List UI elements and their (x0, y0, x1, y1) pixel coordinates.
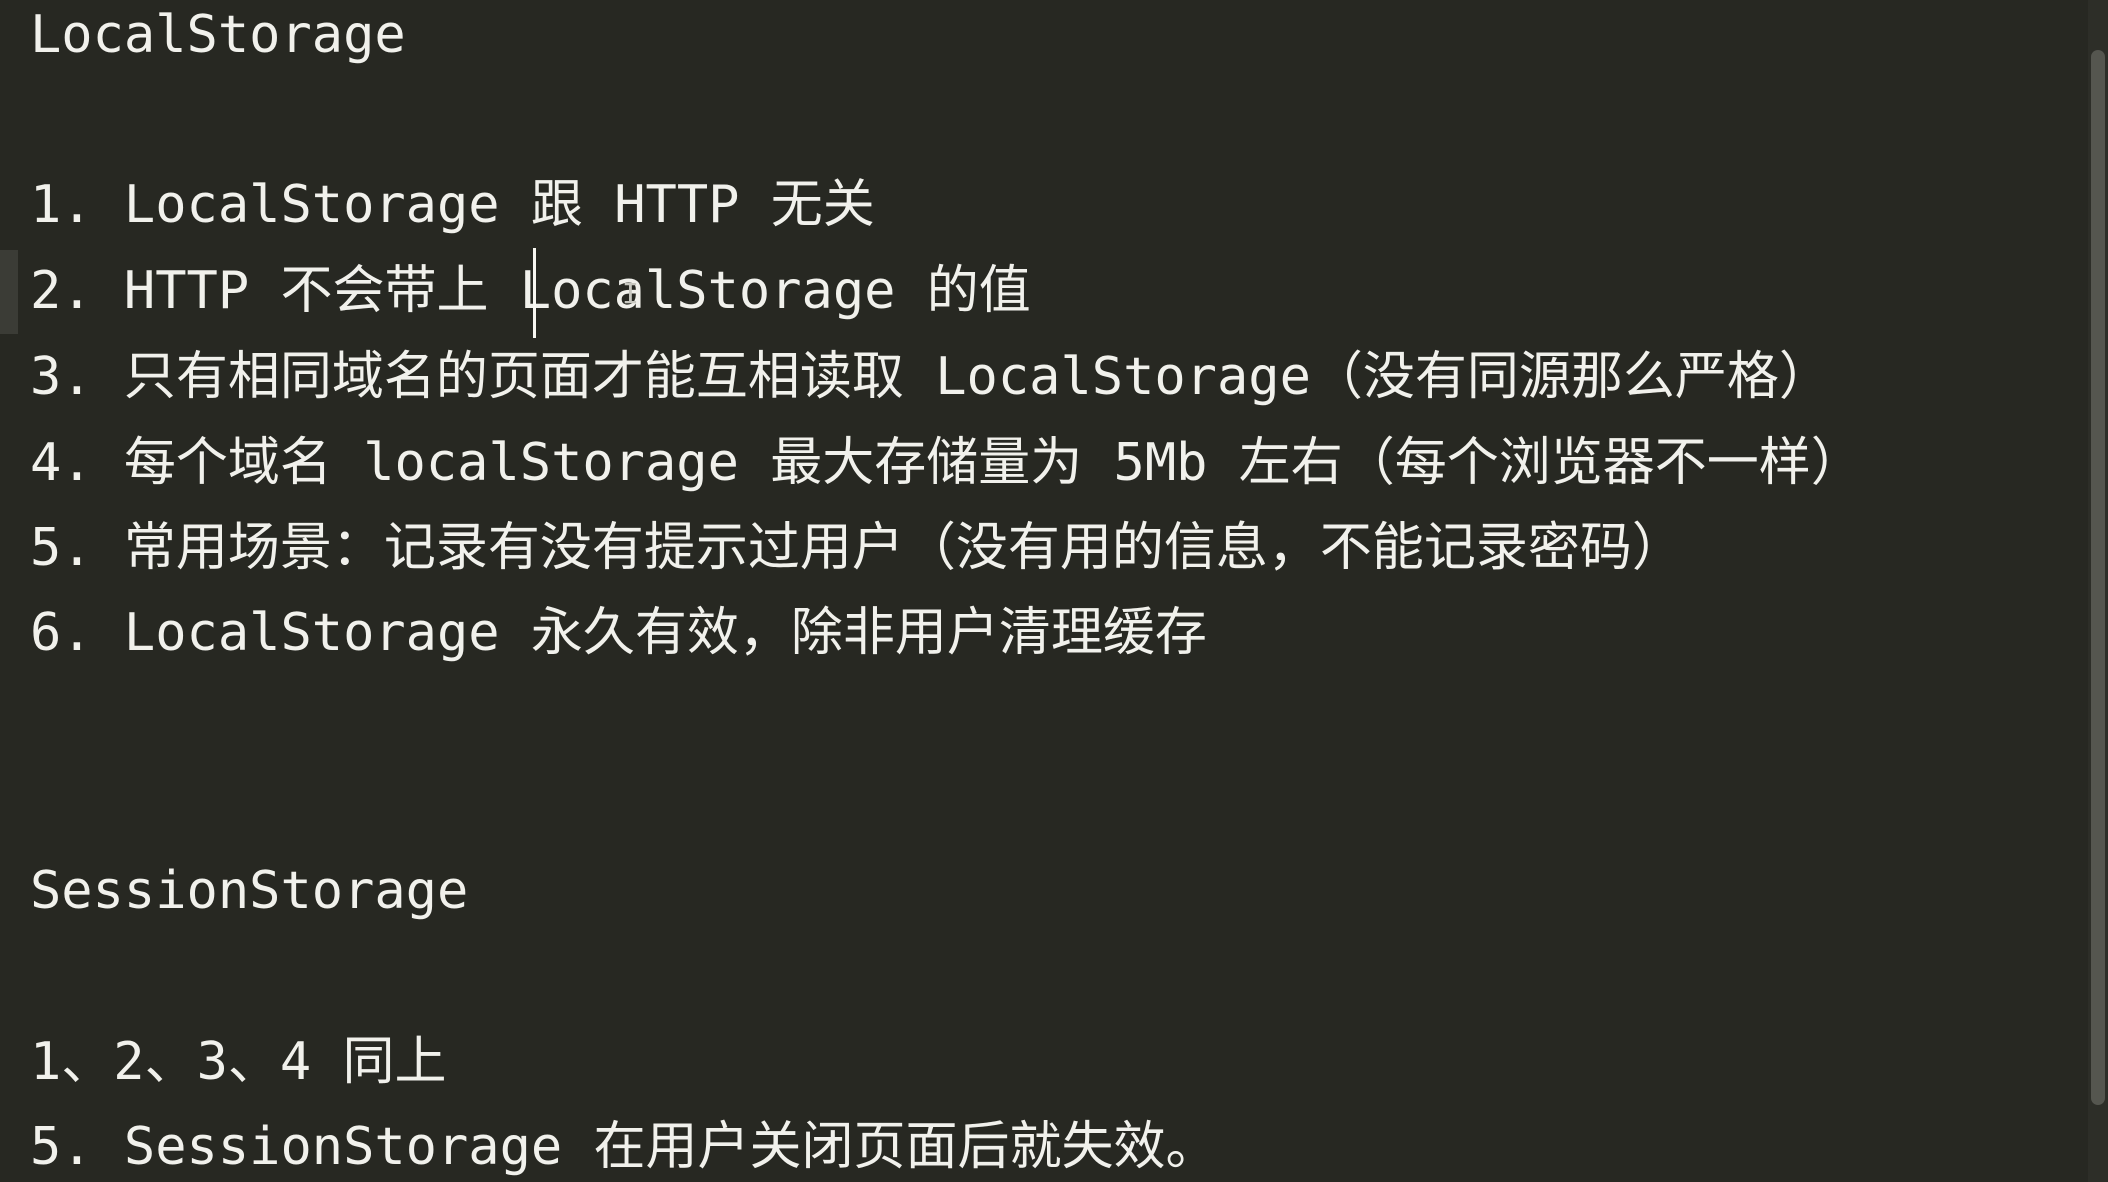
heading-localstorage: LocalStorage (30, 5, 406, 65)
text-cursor (533, 248, 536, 338)
scrollbar-thumb[interactable] (2091, 50, 2105, 1105)
text-editor[interactable]: LocalStorage 1. LocalStorage 跟 HTTP 无关 2… (0, 0, 2088, 1182)
session-storage-point-5: 5. SessionStorage 在用户关闭页面后就失效。 (30, 1117, 1218, 1177)
local-storage-point-3: 3. 只有相同域名的页面才能互相读取 LocalStorage（没有同源那么严格… (30, 347, 1831, 407)
ibeam-cursor-icon: I (622, 277, 639, 310)
vertical-scrollbar[interactable] (2088, 0, 2108, 1182)
local-storage-point-1: 1. LocalStorage 跟 HTTP 无关 (30, 175, 875, 235)
local-storage-point-6: 6. LocalStorage 永久有效，除非用户清理缓存 (30, 603, 1207, 663)
local-storage-point-2: 2. HTTP 不会带上 LocalStorage 的值 (30, 261, 1031, 321)
local-storage-point-4: 4. 每个域名 localStorage 最大存储量为 5Mb 左右（每个浏览器… (30, 433, 1863, 493)
current-line-marker (0, 250, 18, 334)
session-storage-point-1-4: 1、2、3、4 同上 (30, 1032, 447, 1092)
heading-sessionstorage: SessionStorage (30, 861, 469, 921)
local-storage-point-5: 5. 常用场景：记录有没有提示过用户（没有用的信息，不能记录密码） (30, 518, 1684, 578)
